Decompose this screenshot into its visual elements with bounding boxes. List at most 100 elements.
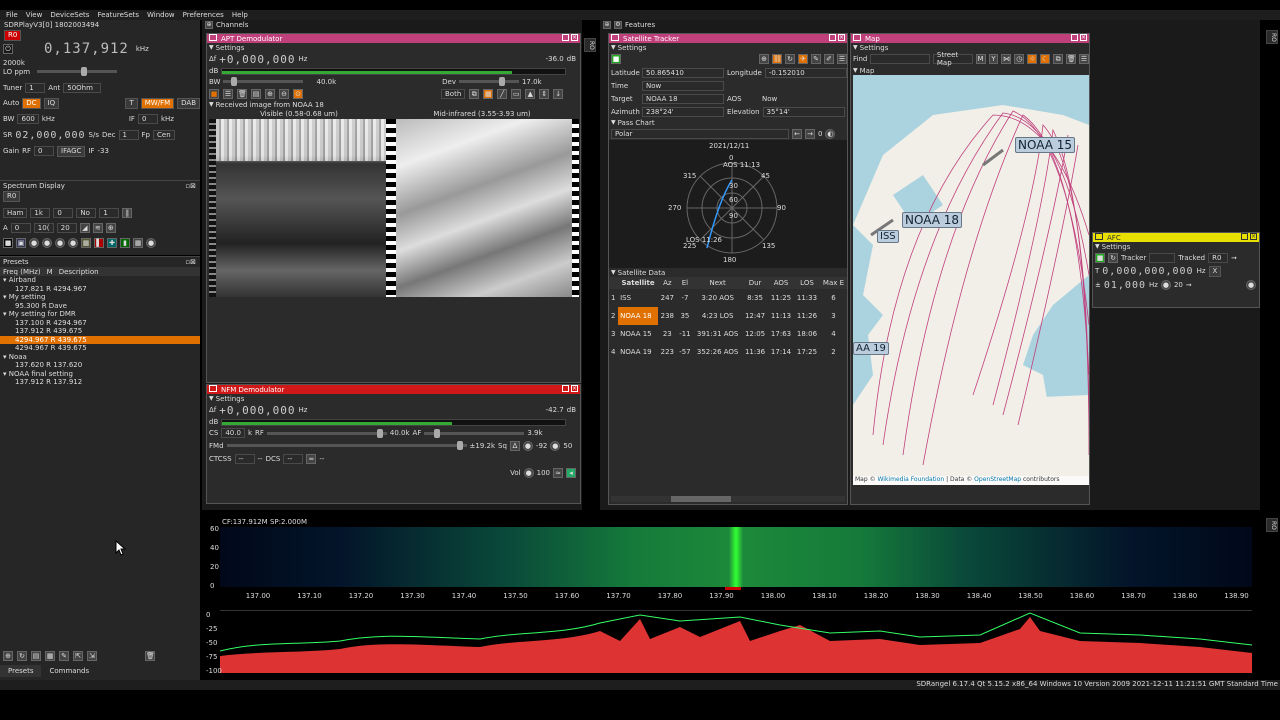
nfm-squelch-icon[interactable]: Δ bbox=[509, 440, 520, 451]
sat-chart-type-select[interactable]: Polar bbox=[611, 128, 789, 139]
presets-close-icon[interactable]: ▫⊠ bbox=[185, 258, 196, 266]
preset-edit-icon[interactable]: ✎ bbox=[59, 651, 69, 661]
map-antenna-icon[interactable]: Y bbox=[988, 54, 999, 64]
sat-col-next[interactable]: Next bbox=[693, 277, 742, 289]
target-icon[interactable]: ⊕ bbox=[105, 223, 116, 233]
grid-icon[interactable]: ▦ bbox=[81, 237, 91, 248]
apt-close-icon[interactable]: × bbox=[571, 34, 578, 41]
preset-item[interactable]: 137.100 R 4294.967 bbox=[0, 319, 200, 328]
menu-window[interactable]: Window bbox=[147, 11, 175, 19]
tuner-select[interactable]: 1 bbox=[25, 83, 46, 93]
sat-satellite-icon[interactable]: ✈ bbox=[798, 54, 808, 64]
wikimedia-link[interactable]: Wikimedia Foundation bbox=[877, 476, 944, 483]
apt-flip-icon[interactable]: ⇕ bbox=[539, 88, 550, 99]
sat-data-section[interactable]: Satellite Data bbox=[609, 268, 847, 277]
dot4-icon[interactable]: ● bbox=[68, 237, 78, 248]
nfm-maximize-icon[interactable] bbox=[562, 385, 569, 392]
sat-col-los[interactable]: LOS bbox=[794, 277, 820, 289]
afc-arrow-icon[interactable]: ➞ bbox=[1231, 254, 1237, 262]
sat-close-icon[interactable]: × bbox=[838, 34, 845, 41]
map-label-noaa15[interactable]: NOAA 15 bbox=[1015, 137, 1076, 153]
sat-menu-icon[interactable]: ☰ bbox=[837, 54, 847, 64]
sat-settings-section[interactable]: Settings bbox=[609, 43, 847, 52]
flag-icon[interactable]: ▌ bbox=[94, 237, 104, 248]
sat-pin-icon[interactable] bbox=[611, 34, 619, 41]
preset-group[interactable]: ▾ Noaa bbox=[0, 353, 200, 362]
apt-contrast-icon[interactable]: ▲ bbox=[525, 88, 536, 99]
averaging-count-select[interactable]: 1 bbox=[99, 208, 120, 218]
sat-prev-pass-icon[interactable]: ← bbox=[792, 128, 802, 139]
apt-channel-select[interactable]: Both bbox=[441, 88, 466, 99]
apt-grid-icon[interactable]: ▦ bbox=[483, 88, 494, 99]
ref-level-select[interactable]: 0 bbox=[10, 223, 31, 233]
sat-chart-toggle-icon[interactable]: ◐ bbox=[825, 128, 836, 139]
sat-col-az[interactable]: Az bbox=[658, 277, 677, 289]
apt-dev-slider[interactable] bbox=[458, 77, 519, 86]
sr-digits[interactable]: 02,000,000 bbox=[15, 130, 85, 141]
sat-refresh-icon[interactable]: ↻ bbox=[785, 54, 795, 64]
map-close-icon[interactable]: × bbox=[1080, 34, 1087, 41]
channels-add-icon[interactable]: ⊕ bbox=[205, 21, 213, 29]
nfm-rf-slider[interactable] bbox=[266, 428, 387, 438]
nfm-fmd-slider[interactable] bbox=[226, 441, 467, 450]
features-add-icon[interactable]: ⊕ bbox=[603, 21, 611, 29]
apt-filter-icon[interactable]: ▭ bbox=[511, 88, 522, 99]
spectrum-display-tag[interactable]: R0 bbox=[3, 190, 21, 202]
preset-refresh-icon[interactable]: ↻ bbox=[17, 651, 27, 661]
map-settings-section[interactable]: Settings bbox=[851, 43, 1089, 52]
iq-button[interactable]: IQ bbox=[43, 97, 60, 109]
table-icon[interactable]: ▦ bbox=[133, 237, 143, 248]
map-label-noaa18[interactable]: NOAA 18 bbox=[902, 212, 963, 228]
antenna-select[interactable]: 50Ohm bbox=[63, 83, 102, 93]
apt-image-section[interactable]: Received image from NOAA 18 bbox=[207, 100, 580, 109]
preset-item[interactable]: 137.912 R 439.675 bbox=[0, 327, 200, 336]
preset-group[interactable]: ▾ My setting bbox=[0, 293, 200, 302]
sat-time-select[interactable]: Now bbox=[642, 80, 724, 91]
map-section[interactable]: Map bbox=[851, 66, 1089, 75]
osm-link[interactable]: OpenStreetMap bbox=[974, 476, 1021, 483]
nfm-pin-icon[interactable] bbox=[209, 385, 217, 392]
sat-col-el[interactable]: El bbox=[677, 277, 694, 289]
afc-arrow2-icon[interactable]: ➞ bbox=[1186, 281, 1192, 289]
ifagc-button[interactable]: IFAGC bbox=[57, 145, 86, 157]
nfm-squelch-knob-icon[interactable]: ● bbox=[522, 440, 533, 451]
power-icon[interactable]: ⏻ bbox=[3, 44, 13, 54]
dec-select[interactable]: 1 bbox=[118, 130, 139, 140]
apt-record-icon[interactable]: ■ bbox=[209, 88, 219, 99]
map-view[interactable]: NOAA 15 NOAA 18 ISS AA 19 Map © Wikimedi… bbox=[853, 75, 1089, 485]
menu-preferences[interactable]: Preferences bbox=[183, 11, 224, 19]
dab-button[interactable]: DAB bbox=[177, 97, 200, 109]
preset-item[interactable]: 4294.967 R 439.675 bbox=[0, 344, 200, 353]
preset-save-icon[interactable]: ▤ bbox=[31, 651, 41, 661]
map-clock-icon[interactable]: ◷ bbox=[1014, 54, 1025, 64]
nfm-df-digits[interactable]: +0,000,000 bbox=[219, 404, 295, 417]
apt-rotate-icon[interactable]: ⧉ bbox=[469, 88, 480, 99]
nfm-dcs-toggle-icon[interactable]: ═ bbox=[306, 454, 317, 464]
sat-tool-icon[interactable]: ✎ bbox=[811, 54, 821, 64]
apt-save-icon[interactable]: ▤ bbox=[251, 88, 261, 99]
nfm-close-icon[interactable]: × bbox=[571, 385, 578, 392]
map-pin-icon[interactable] bbox=[853, 34, 861, 41]
preset-add-icon[interactable]: ⊕ bbox=[3, 651, 13, 661]
menu-featuresets[interactable]: FeatureSets bbox=[97, 11, 139, 19]
device-tag[interactable]: R0 bbox=[4, 29, 22, 41]
bw-select[interactable]: 600 bbox=[17, 114, 39, 124]
sat-crosshair-icon[interactable]: ⊕ bbox=[759, 54, 769, 64]
map-style-select[interactable]: Street Map bbox=[932, 51, 973, 67]
color-icon[interactable]: ■ bbox=[3, 237, 13, 248]
map-layers-icon[interactable]: ⧉ bbox=[1053, 54, 1064, 64]
afc-frequency-digits[interactable]: 0,000,000,000 bbox=[1102, 266, 1193, 277]
sat-next-pass-icon[interactable]: → bbox=[805, 128, 815, 139]
nfm-af-slider[interactable] bbox=[424, 428, 525, 438]
apt-list-icon[interactable]: ☰ bbox=[223, 88, 233, 99]
nfm-cs-select[interactable]: 40.0 bbox=[221, 428, 245, 438]
afc-x-button[interactable]: X bbox=[1208, 265, 1222, 277]
sat-link-icon[interactable]: ⛓ bbox=[772, 54, 782, 64]
afc-tracked-select[interactable]: R0 bbox=[1208, 252, 1229, 263]
map-moon-icon[interactable]: ☾ bbox=[1040, 54, 1051, 64]
sat-target-select[interactable]: NOAA 18 bbox=[642, 93, 724, 104]
sat-longitude-input[interactable]: -0.152010 bbox=[764, 67, 847, 78]
preset-export-icon[interactable]: ⇱ bbox=[73, 651, 83, 661]
afc-close-icon[interactable]: × bbox=[1250, 233, 1257, 240]
map-sun-icon[interactable]: ☼ bbox=[1027, 54, 1038, 64]
